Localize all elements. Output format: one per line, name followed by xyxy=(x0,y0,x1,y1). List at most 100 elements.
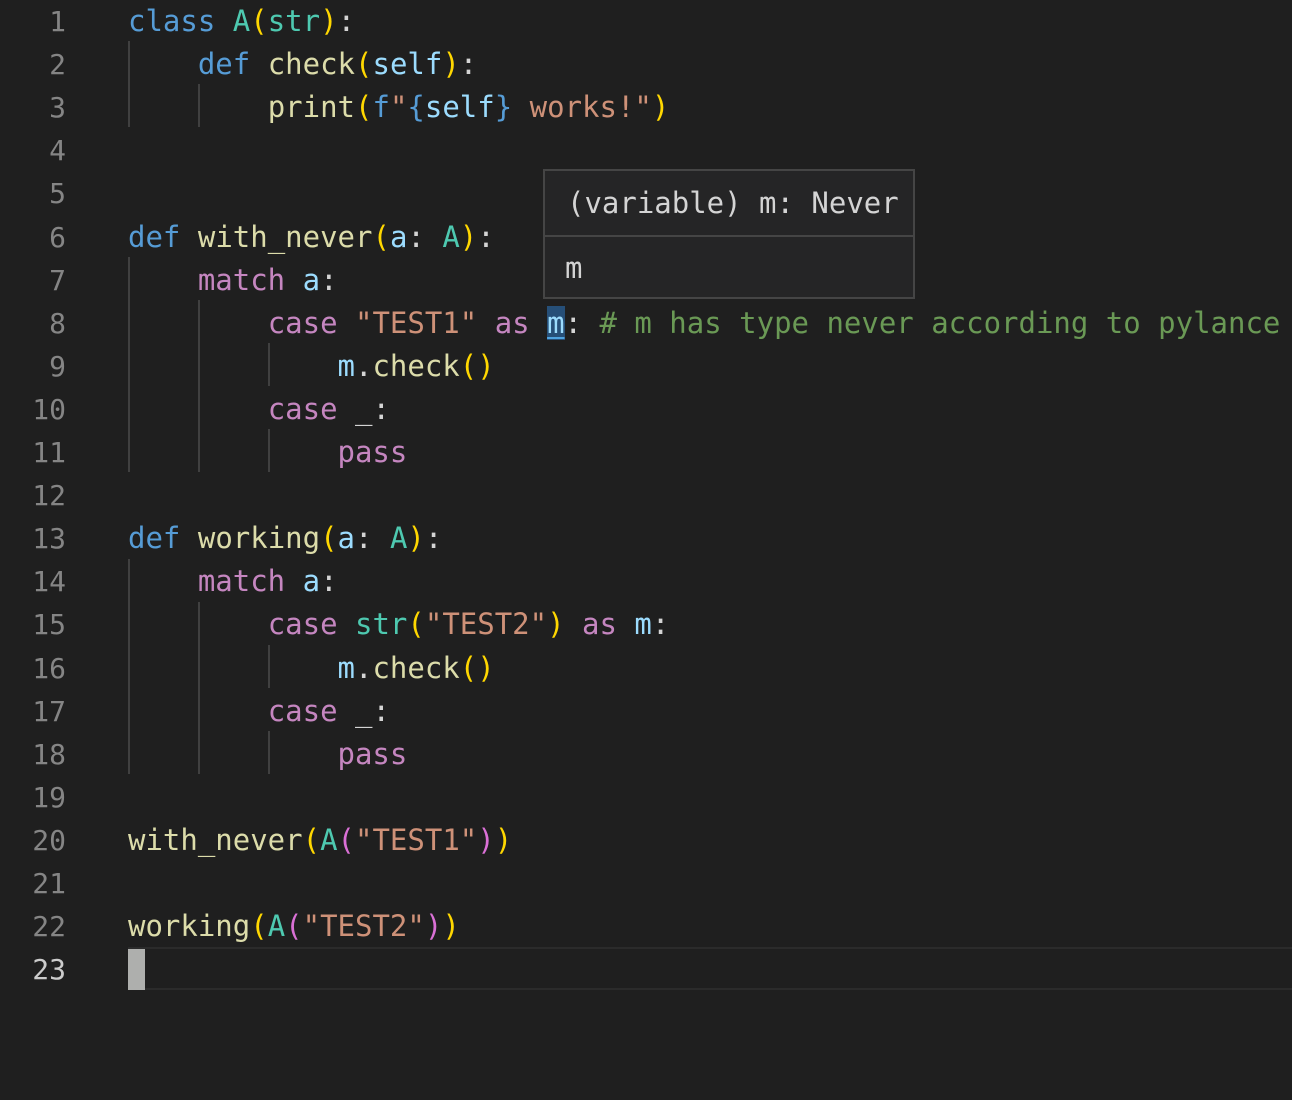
code-text[interactable]: pass xyxy=(128,733,408,776)
code-token: : xyxy=(424,521,443,556)
code-token: case xyxy=(267,305,338,340)
code-line[interactable]: 19 xyxy=(0,776,1292,819)
code-token: _: xyxy=(337,693,390,728)
code-token: self xyxy=(372,47,443,82)
code-token: "TEST2" xyxy=(302,909,425,944)
code-text[interactable]: case str("TEST2") as m: xyxy=(128,603,670,646)
code-token: . xyxy=(354,348,373,383)
code-token: : xyxy=(320,564,338,599)
code-token: A xyxy=(320,822,338,857)
line-number: 17 xyxy=(32,694,66,728)
line-number: 22 xyxy=(32,910,66,944)
code-token: : xyxy=(564,305,600,340)
line-number: 9 xyxy=(49,349,66,383)
code-token: ) xyxy=(547,607,565,642)
code-text[interactable]: class A(str): xyxy=(128,0,355,43)
code-token: def xyxy=(197,47,251,82)
code-line[interactable]: 8 case "TEST1" as m: # m has type never … xyxy=(0,302,1292,345)
code-line[interactable]: 21 xyxy=(0,862,1292,905)
code-text[interactable]: m.check() xyxy=(128,647,495,690)
code-token: } xyxy=(494,90,513,125)
code-token: : xyxy=(355,521,390,556)
code-token: a xyxy=(337,521,356,556)
code-line[interactable]: 10 case _: xyxy=(0,388,1292,431)
code-token: match xyxy=(197,564,286,599)
code-line[interactable]: 15 case str("TEST2") as m: xyxy=(0,603,1292,646)
code-token: () xyxy=(459,650,495,685)
code-text[interactable]: working(A("TEST2")) xyxy=(128,905,460,948)
code-line[interactable]: 12 xyxy=(0,474,1292,517)
code-line[interactable]: 2 def check(self): xyxy=(0,43,1292,86)
code-text[interactable]: match a: xyxy=(128,259,338,302)
code-line[interactable]: 1 class A(str): xyxy=(0,0,1292,43)
code-token: ) xyxy=(494,822,513,857)
code-token: { xyxy=(407,90,425,125)
line-number: 5 xyxy=(49,177,66,211)
code-token: () xyxy=(459,348,495,383)
code-token: ( xyxy=(355,90,373,125)
code-token: f xyxy=(372,90,390,125)
code-text[interactable]: case _: xyxy=(128,388,390,431)
code-text[interactable]: with_never(A("TEST1")) xyxy=(128,819,512,862)
code-line[interactable]: 13 def working(a: A): xyxy=(0,517,1292,560)
code-line[interactable]: 22 working(A("TEST2")) xyxy=(0,905,1292,948)
code-token: ( xyxy=(355,47,373,82)
code-line[interactable]: 14 match a: xyxy=(0,560,1292,603)
code-token: ( xyxy=(337,822,356,857)
code-token: str xyxy=(267,4,321,38)
code-token: : xyxy=(477,219,495,254)
code-editor[interactable]: 1 class A(str): 2 def check(self): 3 print(… xyxy=(0,0,1292,1100)
code-token: ) xyxy=(442,909,460,944)
code-text[interactable]: print(f"{self} works!") xyxy=(128,86,670,129)
code-line[interactable]: 11 pass xyxy=(0,431,1292,474)
line-number: 11 xyxy=(32,436,66,469)
line-number: 10 xyxy=(32,392,66,426)
code-token: case xyxy=(267,391,338,426)
code-token: m xyxy=(337,650,355,685)
code-text[interactable]: def check(self): xyxy=(128,43,477,86)
code-text[interactable]: def with_never(a: A): xyxy=(128,216,495,259)
code-text[interactable]: match a: xyxy=(128,560,338,603)
code-token: : xyxy=(337,4,356,38)
code-token: ( xyxy=(320,521,338,556)
line-number: 23 xyxy=(32,953,66,987)
code-token: . xyxy=(354,650,373,685)
code-line[interactable]: 4 xyxy=(0,129,1292,172)
code-line[interactable]: 20 with_never(A("TEST1")) xyxy=(0,819,1292,862)
code-text[interactable]: m.check() xyxy=(128,345,495,388)
code-token: check xyxy=(372,348,460,383)
code-text[interactable]: case "TEST1" as m: # m has type never ac… xyxy=(128,302,1280,345)
code-token: A xyxy=(232,4,251,38)
code-token: ) xyxy=(477,822,495,857)
code-line[interactable]: 18 pass xyxy=(0,733,1292,776)
code-token: : xyxy=(459,47,478,82)
code-line[interactable]: 23 xyxy=(0,948,1292,991)
code-token: case xyxy=(267,693,338,728)
code-token: A xyxy=(389,521,408,556)
code-line[interactable]: 17 case _: xyxy=(0,690,1292,733)
code-text[interactable]: case _: xyxy=(128,690,390,733)
code-token: as xyxy=(582,607,617,642)
code-token: "TEST1" xyxy=(355,305,478,340)
code-line[interactable]: 3 print(f"{self} works!") xyxy=(0,86,1292,129)
code-token: def xyxy=(128,219,181,254)
line-number: 16 xyxy=(32,651,66,685)
code-line[interactable]: 16 m.check() xyxy=(0,647,1292,690)
code-line[interactable]: 9 m.check() xyxy=(0,345,1292,388)
code-token: m xyxy=(337,348,355,383)
line-number: 19 xyxy=(32,780,66,814)
code-text[interactable]: pass xyxy=(128,431,408,474)
code-text[interactable]: def working(a: A): xyxy=(128,517,442,560)
code-token: ( xyxy=(250,909,268,944)
